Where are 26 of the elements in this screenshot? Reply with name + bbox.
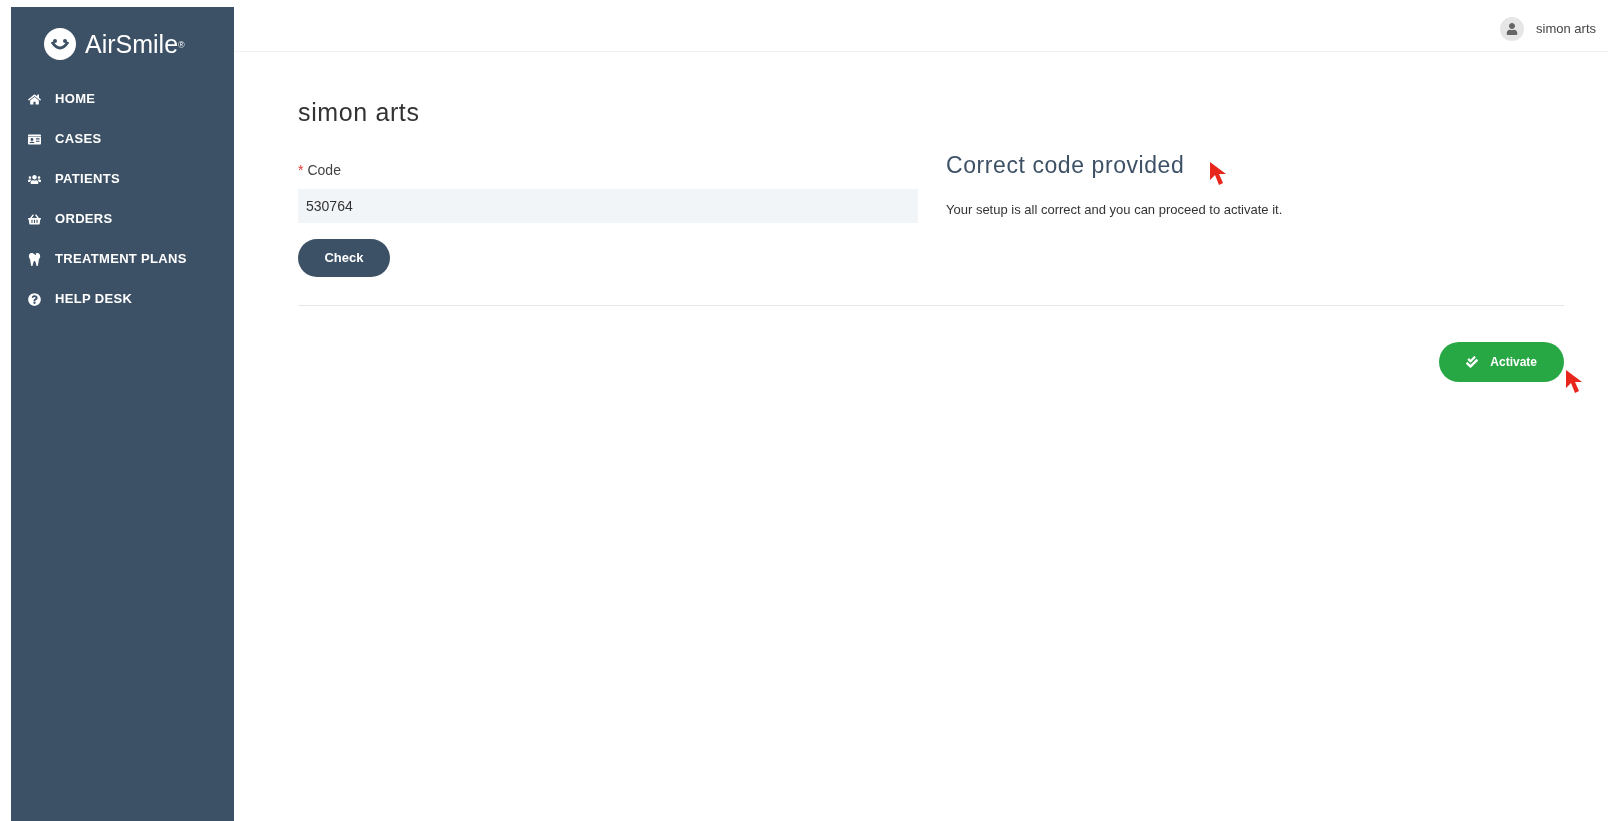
help-icon	[28, 292, 41, 306]
checks-icon	[1466, 355, 1479, 368]
logo-text: AirSmile$^{®}$	[85, 31, 185, 57]
page-title: simon arts	[298, 97, 421, 128]
nav-item[interactable]: TREATMENT PLANS	[28, 245, 234, 273]
nav-item[interactable]: HELP DESK	[28, 285, 234, 313]
result-message: Your setup is all correct and you can proceed to activate it.	[946, 201, 1284, 219]
nav-item[interactable]: ORDERS	[28, 205, 234, 233]
smile-logo-icon	[43, 27, 77, 61]
cursor-icon	[1208, 159, 1228, 188]
avatar-icon	[1500, 17, 1525, 41]
nav-item[interactable]: CASES	[28, 125, 234, 153]
check-button[interactable]: Check	[298, 238, 390, 277]
field-label-text: Code	[307, 160, 341, 180]
nav-item[interactable]: PATIENTS	[28, 165, 234, 193]
required-mark: *	[298, 160, 304, 180]
cursor-icon	[1564, 367, 1584, 396]
basket-icon	[28, 212, 41, 226]
tooth-icon	[28, 252, 41, 266]
result-heading: Correct code provided	[946, 150, 1185, 180]
nav-item[interactable]: HOME	[28, 85, 234, 113]
code-input[interactable]: 530764	[298, 188, 918, 223]
house-icon	[28, 92, 41, 106]
id-card-icon	[28, 132, 41, 146]
user-name[interactable]: simon arts	[1536, 19, 1596, 39]
people-icon	[28, 172, 41, 186]
